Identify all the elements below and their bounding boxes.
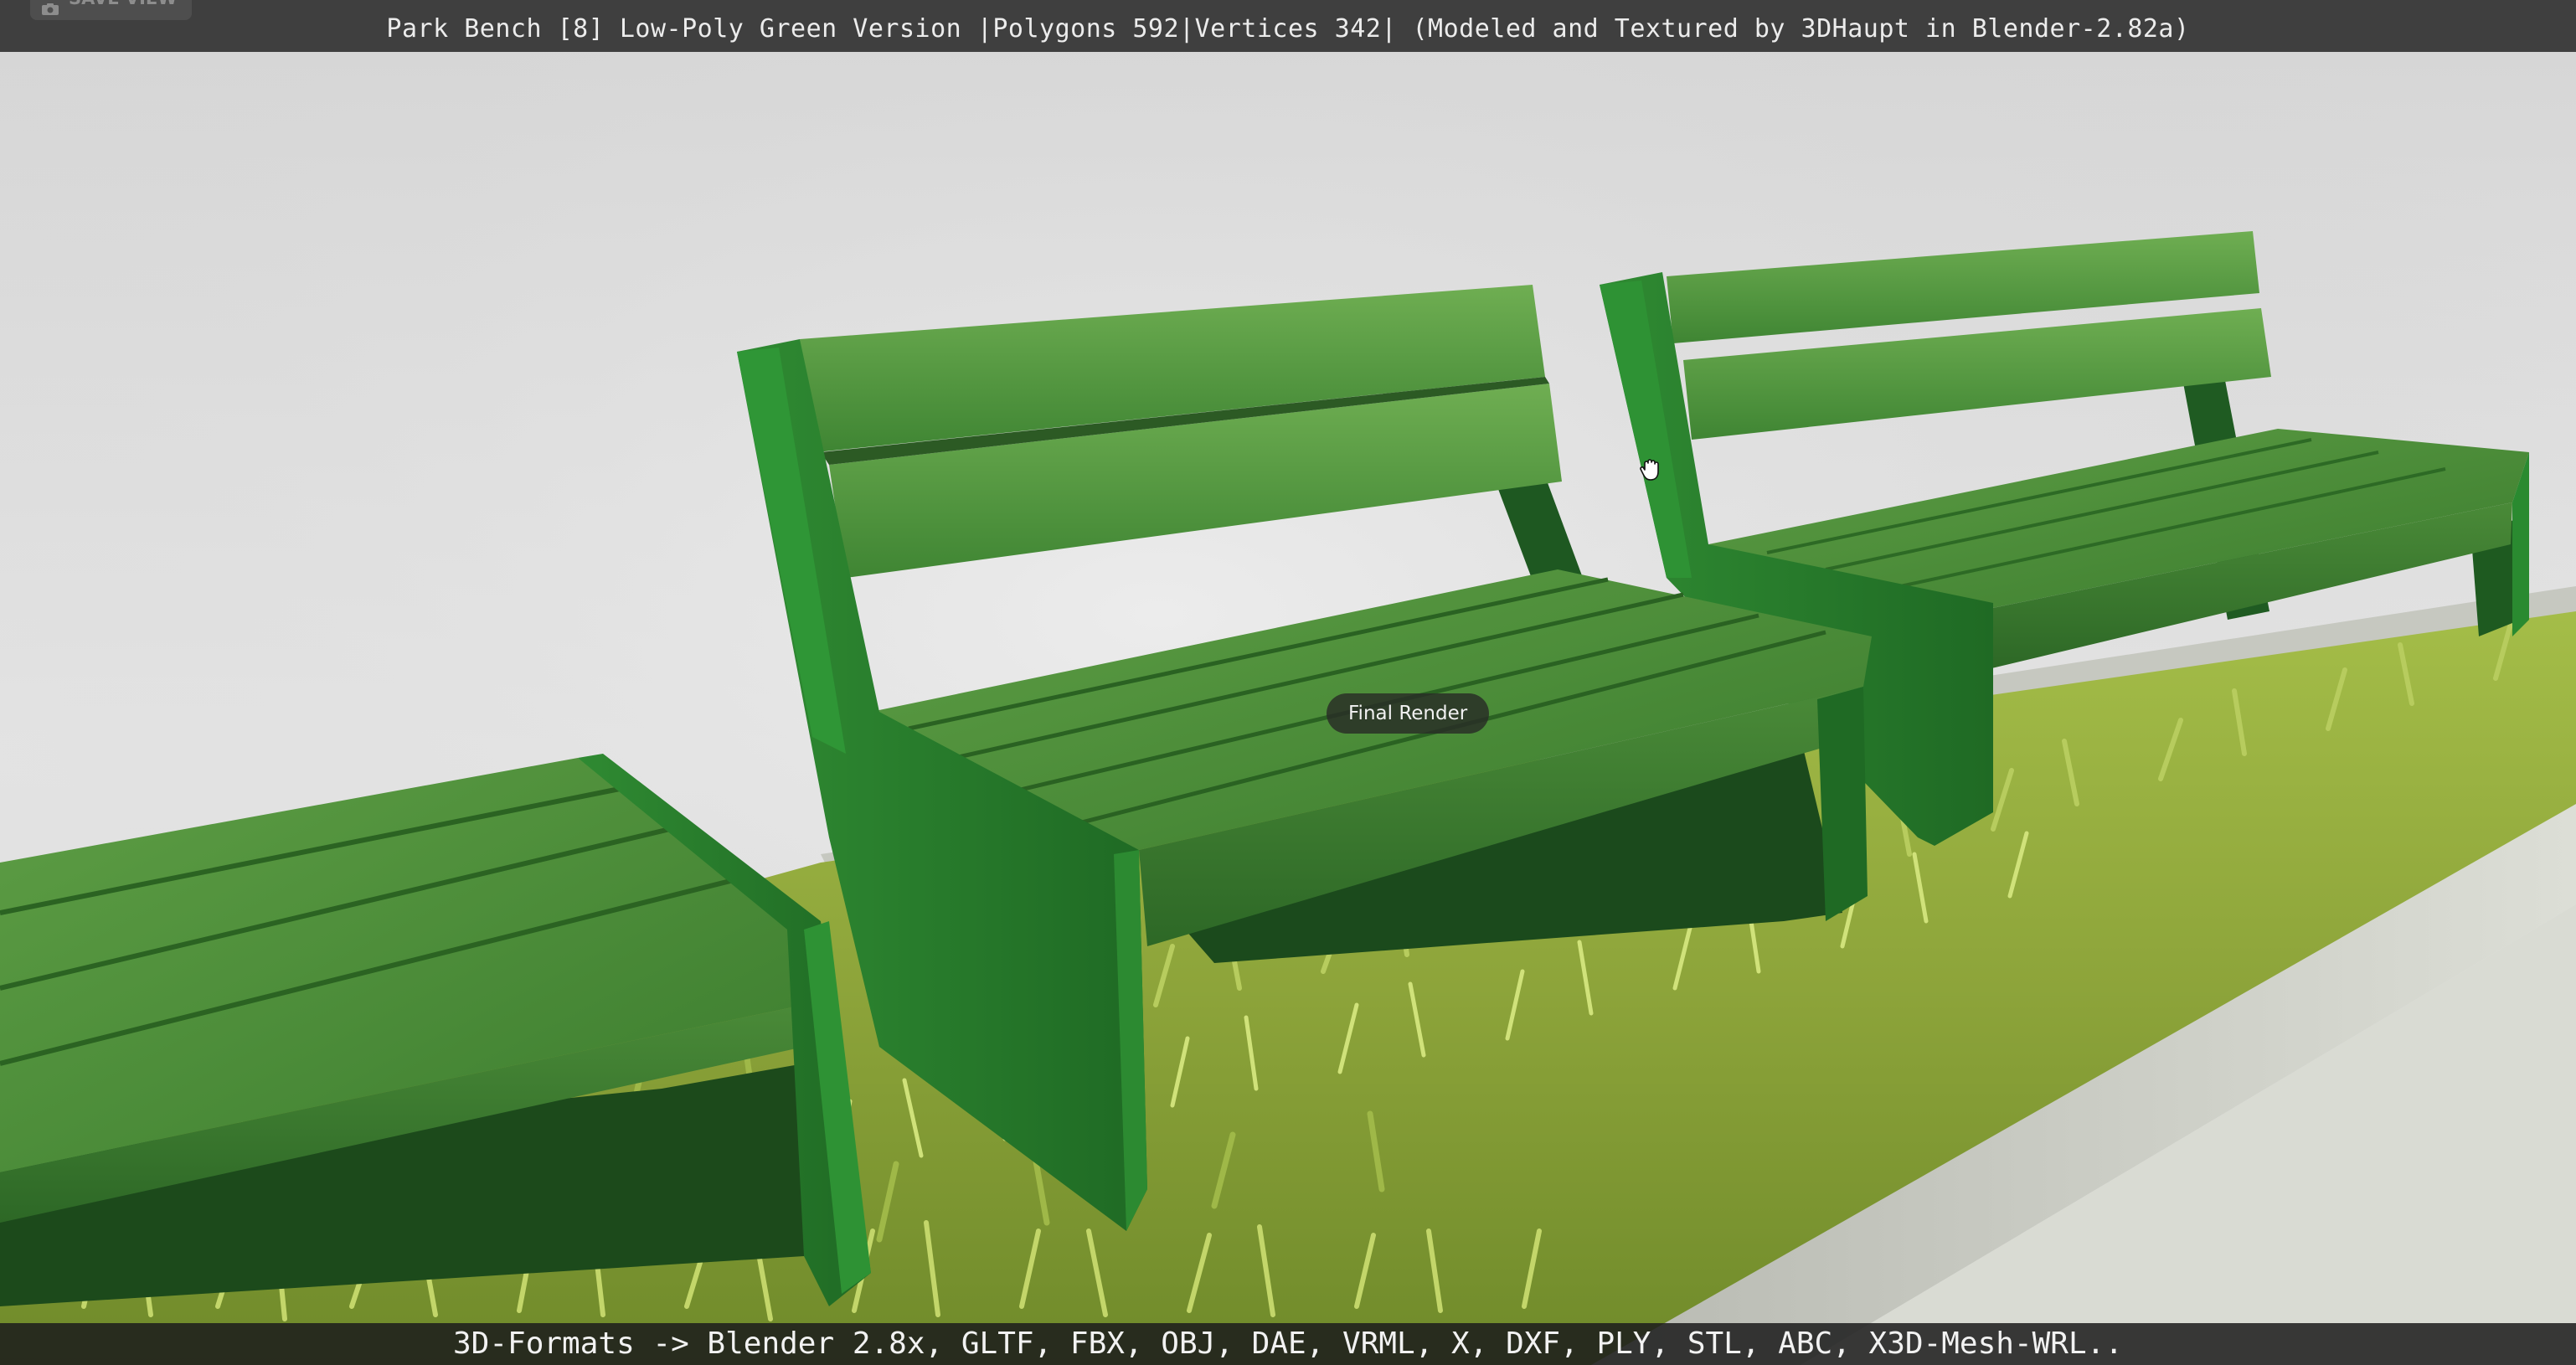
save-view-label: SAVE VIEW <box>69 0 177 20</box>
model-title: Park Bench [8] Low-Poly Green Version |P… <box>386 14 2190 44</box>
model-viewport[interactable]: Final Render <box>0 0 2576 1365</box>
bench-scene[interactable] <box>0 0 2576 1365</box>
hand-grab-icon <box>1640 459 1659 481</box>
formats-caption: 3D-Formats -> Blender 2.8x, GLTF, FBX, O… <box>453 1326 2123 1361</box>
bench-center-far-leg <box>1817 687 1868 921</box>
camera-icon <box>42 3 59 15</box>
save-view-button[interactable]: SAVE VIEW <box>30 0 193 20</box>
final-render-badge[interactable]: Final Render <box>1327 693 1490 734</box>
